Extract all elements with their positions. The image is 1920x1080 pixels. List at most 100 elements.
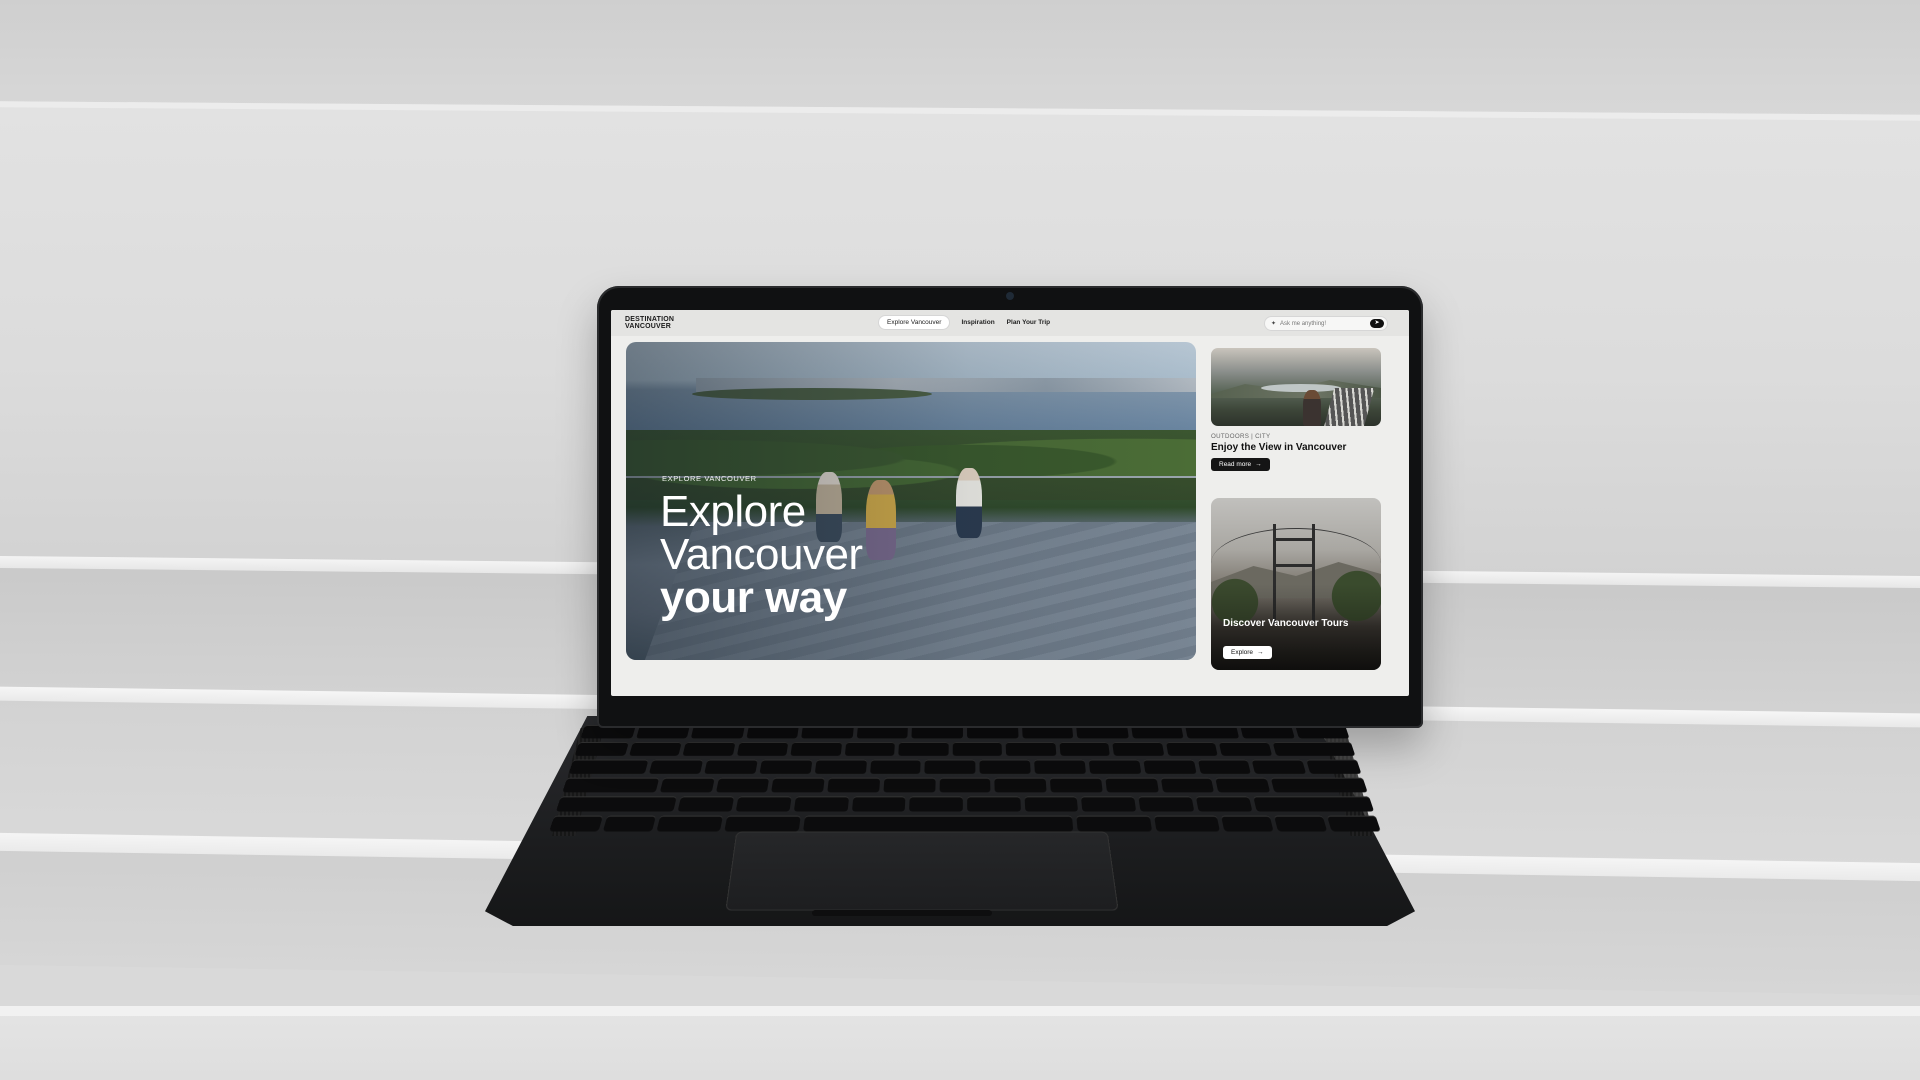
key[interactable] [1195,796,1253,812]
key[interactable] [656,815,724,832]
key[interactable] [1252,796,1375,812]
laptop: DESTINATION VANCOUVER Explore Vancouver … [0,0,1920,1080]
key[interactable] [883,777,936,793]
key[interactable] [844,742,895,756]
key[interactable] [793,796,849,812]
key[interactable] [704,759,758,774]
key[interactable] [682,742,736,756]
key[interactable] [1058,742,1110,756]
read-more-button[interactable]: Read more → [1211,458,1270,471]
lid-notch [812,910,992,916]
key[interactable] [1112,742,1164,756]
key[interactable] [979,759,1031,774]
key[interactable] [967,796,1021,812]
key[interactable] [1049,777,1103,793]
explore-label: Explore [1231,649,1254,656]
key[interactable] [562,777,660,793]
logo-line-2: VANCOUVER [625,323,672,330]
key[interactable] [1251,759,1307,774]
key[interactable] [736,742,789,756]
arrow-right-icon: → [1255,461,1262,468]
key[interactable] [1081,796,1137,812]
key[interactable] [555,796,678,812]
key[interactable] [1270,777,1368,793]
keyboard-row [562,777,1368,793]
read-more-label: Read more [1219,461,1252,468]
logo-line-1: DESTINATION [625,316,675,323]
key[interactable] [724,815,801,832]
key[interactable] [771,777,825,793]
key[interactable] [851,796,906,812]
key[interactable] [549,815,604,832]
key[interactable] [568,759,649,774]
key[interactable] [1274,815,1328,832]
key[interactable] [909,796,963,812]
article-card-tags: OUTDOORS | CITY [1211,433,1271,440]
key[interactable] [869,759,922,774]
key[interactable] [1272,742,1356,756]
article-card-title[interactable]: Enjoy the View in Vancouver [1211,442,1361,453]
key[interactable] [1105,777,1159,793]
send-icon[interactable]: ➤ [1370,319,1384,328]
key[interactable] [1215,777,1271,793]
spacebar-key[interactable] [802,815,1074,832]
trackpad[interactable] [725,831,1119,911]
key[interactable] [1326,815,1381,832]
key[interactable] [628,742,682,756]
key[interactable] [924,759,976,774]
key[interactable] [994,777,1047,793]
hero-title-line-1: Explore [660,487,806,536]
key[interactable] [1088,759,1141,774]
key[interactable] [939,777,991,793]
key[interactable] [759,759,813,774]
key[interactable] [827,777,881,793]
key[interactable] [1218,742,1272,756]
hero-banner: EXPLORE VANCOUVER Explore Vancouver your… [626,342,1196,660]
key[interactable] [898,742,949,756]
tours-card-title: Discover Vancouver Tours [1223,618,1349,629]
keyboard[interactable] [549,725,1381,832]
key[interactable] [1024,796,1079,812]
camera-icon [1006,292,1014,300]
ask-input[interactable]: ✦ Ask me anything! ➤ [1265,317,1387,330]
key[interactable] [735,796,792,812]
site-header: DESTINATION VANCOUVER Explore Vancouver … [611,310,1409,336]
tours-card[interactable]: Discover Vancouver Tours Explore → [1211,498,1381,670]
key[interactable] [1306,759,1362,774]
key[interactable] [1197,759,1252,774]
key[interactable] [1153,815,1221,832]
key[interactable] [659,777,715,793]
key[interactable] [1076,815,1152,832]
hero-title-line-3: your way [660,573,847,622]
key[interactable] [1005,742,1056,756]
site-logo[interactable]: DESTINATION VANCOUVER [625,316,674,330]
article-card-view[interactable]: OUTDOORS | CITY Enjoy the View in Vancou… [1211,348,1381,488]
key[interactable] [649,759,704,774]
key[interactable] [1142,759,1197,774]
key[interactable] [574,742,629,756]
nav-item-inspiration[interactable]: Inspiration [961,319,994,326]
key[interactable] [1165,742,1218,756]
key[interactable] [1034,759,1086,774]
image-water [1261,384,1341,392]
key[interactable] [1221,815,1274,832]
tours-card-overlay [1211,498,1381,670]
hero-kicker: EXPLORE VANCOUVER [662,474,757,483]
key[interactable] [715,777,770,793]
keyboard-row [574,742,1356,756]
laptop-screen: DESTINATION VANCOUVER Explore Vancouver … [611,310,1409,696]
key[interactable] [952,742,1002,756]
sparkle-icon: ✦ [1271,321,1277,327]
nav-item-plan-your-trip[interactable]: Plan Your Trip [1007,319,1050,326]
key[interactable] [1138,796,1195,812]
main-nav: Explore Vancouver Inspiration Plan Your … [879,316,1050,329]
key[interactable] [602,815,656,832]
key[interactable] [677,796,735,812]
explore-button[interactable]: Explore → [1223,646,1272,659]
key[interactable] [790,742,842,756]
nav-item-explore-vancouver[interactable]: Explore Vancouver [879,316,950,329]
keyboard-row [555,796,1375,812]
key[interactable] [1160,777,1215,793]
article-card-image [1211,348,1381,426]
key[interactable] [814,759,867,774]
